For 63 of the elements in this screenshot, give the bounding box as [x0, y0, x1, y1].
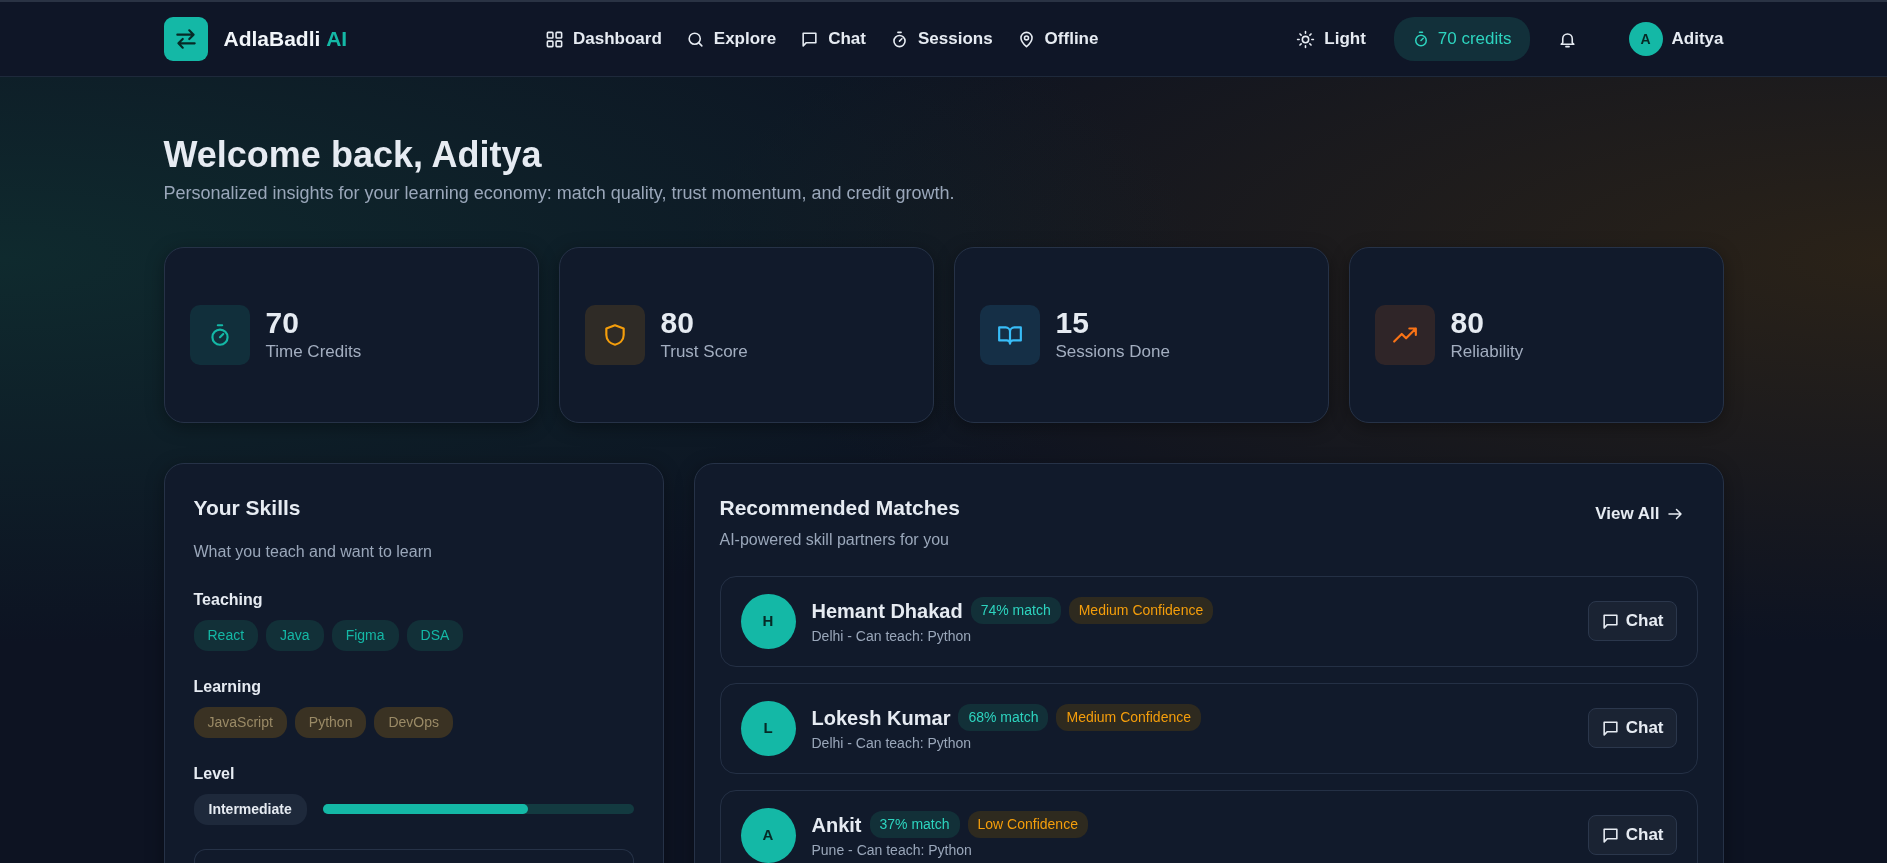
skill-tag: Python: [294, 706, 367, 738]
chat-button[interactable]: Chat: [1587, 708, 1677, 748]
confidence-badge: Medium Confidence: [1068, 597, 1214, 625]
stat-label: Sessions Done: [1055, 340, 1170, 363]
skill-tag: React: [193, 619, 259, 651]
user-name: Aditya: [1671, 28, 1724, 51]
chat-bubble-icon: [1600, 718, 1620, 738]
welcome-subtitle: Personalized insights for your learning economy: match quality, trust momentum, and credit growth.: [163, 182, 956, 206]
stat-value: 70: [265, 305, 300, 339]
skill-tag: DevOps: [374, 706, 454, 738]
match-badge: 37% match: [869, 811, 960, 839]
panel-subtitle: AI-powered skill partners for you: [719, 529, 950, 550]
skill-tag: JavaScript: [193, 706, 287, 738]
skill-tag: DSA: [406, 619, 464, 651]
match-name: Lokesh Kumar: [811, 705, 951, 731]
nav-link[interactable]: Dashboard: [545, 26, 662, 52]
chat-bubble-icon: [800, 29, 820, 49]
chat-button[interactable]: Chat: [1587, 815, 1677, 855]
match-detail: Delhi - Can teach: Python: [811, 626, 973, 646]
avatar: L: [740, 700, 796, 756]
view-all-link[interactable]: View All: [1589, 500, 1690, 528]
avatar: A: [1628, 22, 1663, 56]
welcome-title: Welcome back, Aditya: [163, 133, 543, 177]
match-detail: Pune - Can teach: Python: [811, 840, 973, 860]
stat-value: 80: [1450, 305, 1485, 339]
stat-value: 80: [660, 305, 695, 339]
chat-bubble-icon: [1600, 611, 1620, 631]
search-icon: [685, 29, 705, 49]
skill-tag: Java: [266, 619, 324, 651]
credits-badge[interactable]: 70 credits: [1393, 17, 1530, 61]
confidence-badge: Medium Confidence: [1056, 704, 1201, 732]
stat-label: Time Credits: [265, 340, 362, 363]
stat-label: Trust Score: [660, 340, 748, 363]
chat-button[interactable]: Chat: [1587, 601, 1677, 641]
match-detail: Delhi - Can teach: Python: [811, 733, 973, 753]
theme-toggle[interactable]: Light: [1296, 26, 1366, 52]
nav-link[interactable]: Sessions: [889, 26, 993, 52]
match-name: Ankit: [811, 812, 862, 838]
nav-link[interactable]: Explore: [685, 26, 777, 52]
match-badge: 68% match: [958, 704, 1049, 732]
sun-icon: [1296, 29, 1316, 49]
nav-link[interactable]: Chat: [800, 26, 866, 52]
panel-title: Your Skills: [193, 495, 302, 522]
chat-bubble-icon: [1600, 825, 1620, 845]
panel-subtitle: What you teach and want to learn: [193, 541, 433, 562]
skill-tag: Figma: [331, 619, 399, 651]
match-name: Hemant Dhakad: [811, 598, 963, 624]
section-label: Learning: [193, 676, 263, 697]
user-menu[interactable]: A Aditya: [1628, 22, 1724, 56]
avatar: A: [740, 807, 796, 863]
logo-icon[interactable]: [163, 17, 208, 61]
match-badge: 74% match: [970, 597, 1061, 625]
brand-name[interactable]: AdlaBadli AI: [223, 23, 348, 55]
avatar: H: [740, 593, 796, 649]
confidence-badge: Low Confidence: [967, 811, 1088, 839]
panel-title: Recommended Matches: [719, 495, 960, 522]
section-label: Level: [193, 763, 236, 784]
section-label: Teaching: [193, 589, 264, 610]
grid-icon: [545, 29, 564, 49]
level-tag: Intermediate: [193, 793, 307, 825]
stat-label: Reliability: [1450, 340, 1524, 363]
stat-value: 15: [1055, 305, 1090, 339]
nav-link[interactable]: Offline: [1016, 26, 1099, 52]
